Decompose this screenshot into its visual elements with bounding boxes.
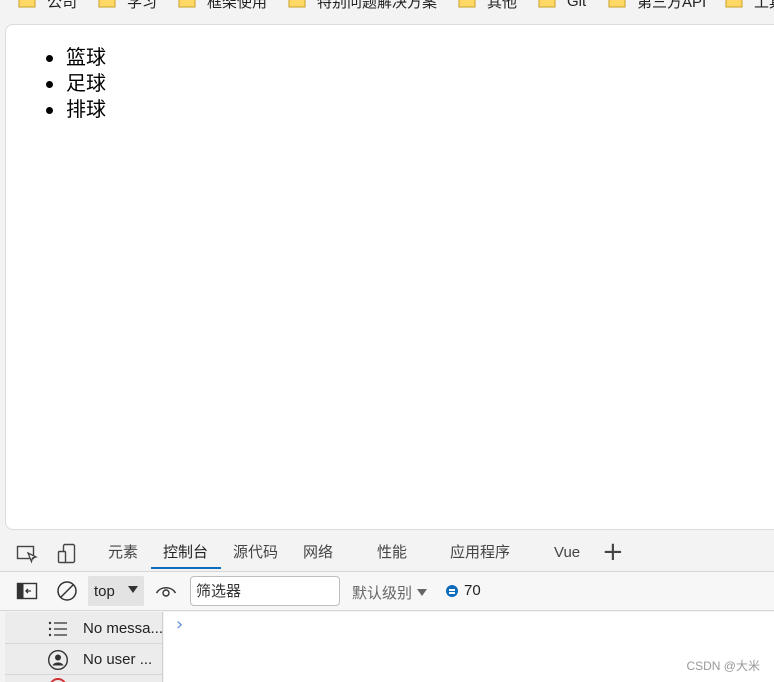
- console-sidebar: No messa... No user ...: [5, 612, 163, 682]
- error-icon: [49, 678, 67, 682]
- console-output[interactable]: › CSDN @大米: [164, 612, 774, 682]
- bookmark-folder[interactable]: 第三方API: [608, 0, 706, 11]
- folder-icon: [725, 0, 743, 8]
- tab-application[interactable]: 应用程序: [450, 543, 510, 569]
- list-item: 篮球: [46, 45, 106, 71]
- folder-icon: [18, 0, 36, 8]
- issues-counter[interactable]: 70: [446, 582, 481, 599]
- bookmark-label: 框架使用: [207, 0, 268, 11]
- log-levels-dropdown[interactable]: 默认级别: [352, 582, 428, 603]
- console-toolbar: top 默认级别 70: [0, 572, 774, 611]
- tab-elements[interactable]: 元素: [108, 543, 138, 569]
- folder-icon: [458, 0, 476, 8]
- user-icon: [47, 649, 69, 671]
- issues-count: 70: [464, 582, 481, 599]
- device-emulation-icon[interactable]: [56, 543, 78, 565]
- context-selector[interactable]: top: [88, 576, 144, 606]
- tab-sources[interactable]: 源代码: [233, 543, 278, 569]
- bookmark-label: 特别问题解决方案: [317, 0, 438, 11]
- toggle-sidebar-icon[interactable]: [16, 580, 38, 602]
- context-label: top: [94, 582, 115, 600]
- folder-icon: [608, 0, 626, 8]
- folder-icon: [288, 0, 306, 8]
- add-tab-icon[interactable]: +: [602, 538, 624, 566]
- bookmark-label: Git: [567, 0, 587, 10]
- chevron-down-icon: [417, 589, 428, 596]
- filter-input[interactable]: [190, 576, 340, 606]
- bookmark-label: 学习: [127, 0, 158, 11]
- list-item: 足球: [46, 71, 106, 97]
- page-viewport: 篮球 足球 排球: [5, 24, 774, 530]
- tab-network[interactable]: 网络: [303, 543, 333, 569]
- bookmark-label: 其他: [487, 0, 518, 11]
- console-prompt[interactable]: ›: [176, 614, 183, 635]
- bookmark-folder[interactable]: Git: [538, 0, 586, 11]
- sidebar-item-user-messages[interactable]: No user ...: [5, 645, 163, 675]
- bookmark-label: 公司: [47, 0, 78, 11]
- bookmark-folder[interactable]: 其他: [458, 0, 517, 11]
- bookmark-label: 第三方API: [637, 0, 707, 11]
- message-icon: [446, 584, 458, 597]
- bookmark-folder[interactable]: 特别问题解决方案: [288, 0, 437, 11]
- live-expression-eye-icon[interactable]: [155, 580, 177, 602]
- levels-label: 默认级别: [352, 585, 413, 602]
- tab-console[interactable]: 控制台: [151, 543, 221, 569]
- bookmarks-bar: 公司 学习 框架使用 特别问题解决方案 其他 Git 第三方API 工具: [0, 0, 774, 22]
- bookmark-folder[interactable]: 框架使用: [178, 0, 267, 11]
- bookmark-folder[interactable]: 公司: [18, 0, 77, 11]
- list-item: 排球: [46, 97, 106, 123]
- watermark: CSDN @大米: [686, 659, 760, 673]
- tab-performance[interactable]: 性能: [377, 543, 407, 569]
- bookmark-folder[interactable]: 学习: [98, 0, 157, 11]
- sidebar-item-label: No user ...: [83, 651, 153, 668]
- sidebar-item-messages[interactable]: No messa...: [5, 614, 163, 644]
- devtools-tabbar: 元素 控制台 源代码 网络 性能 应用程序 Vue +: [0, 535, 774, 572]
- inspect-element-icon[interactable]: [16, 543, 38, 565]
- folder-icon: [538, 0, 556, 8]
- folder-icon: [98, 0, 116, 8]
- bookmark-folder[interactable]: 工具: [725, 0, 774, 11]
- clear-console-icon[interactable]: [56, 580, 78, 602]
- folder-icon: [178, 0, 196, 8]
- chevron-down-icon: [128, 586, 138, 593]
- list-icon: [47, 618, 69, 640]
- sidebar-item-label: No messa...: [83, 620, 164, 637]
- tab-vue[interactable]: Vue: [554, 543, 580, 569]
- bookmark-label: 工具: [754, 0, 774, 11]
- sports-list: 篮球 足球 排球: [46, 45, 106, 123]
